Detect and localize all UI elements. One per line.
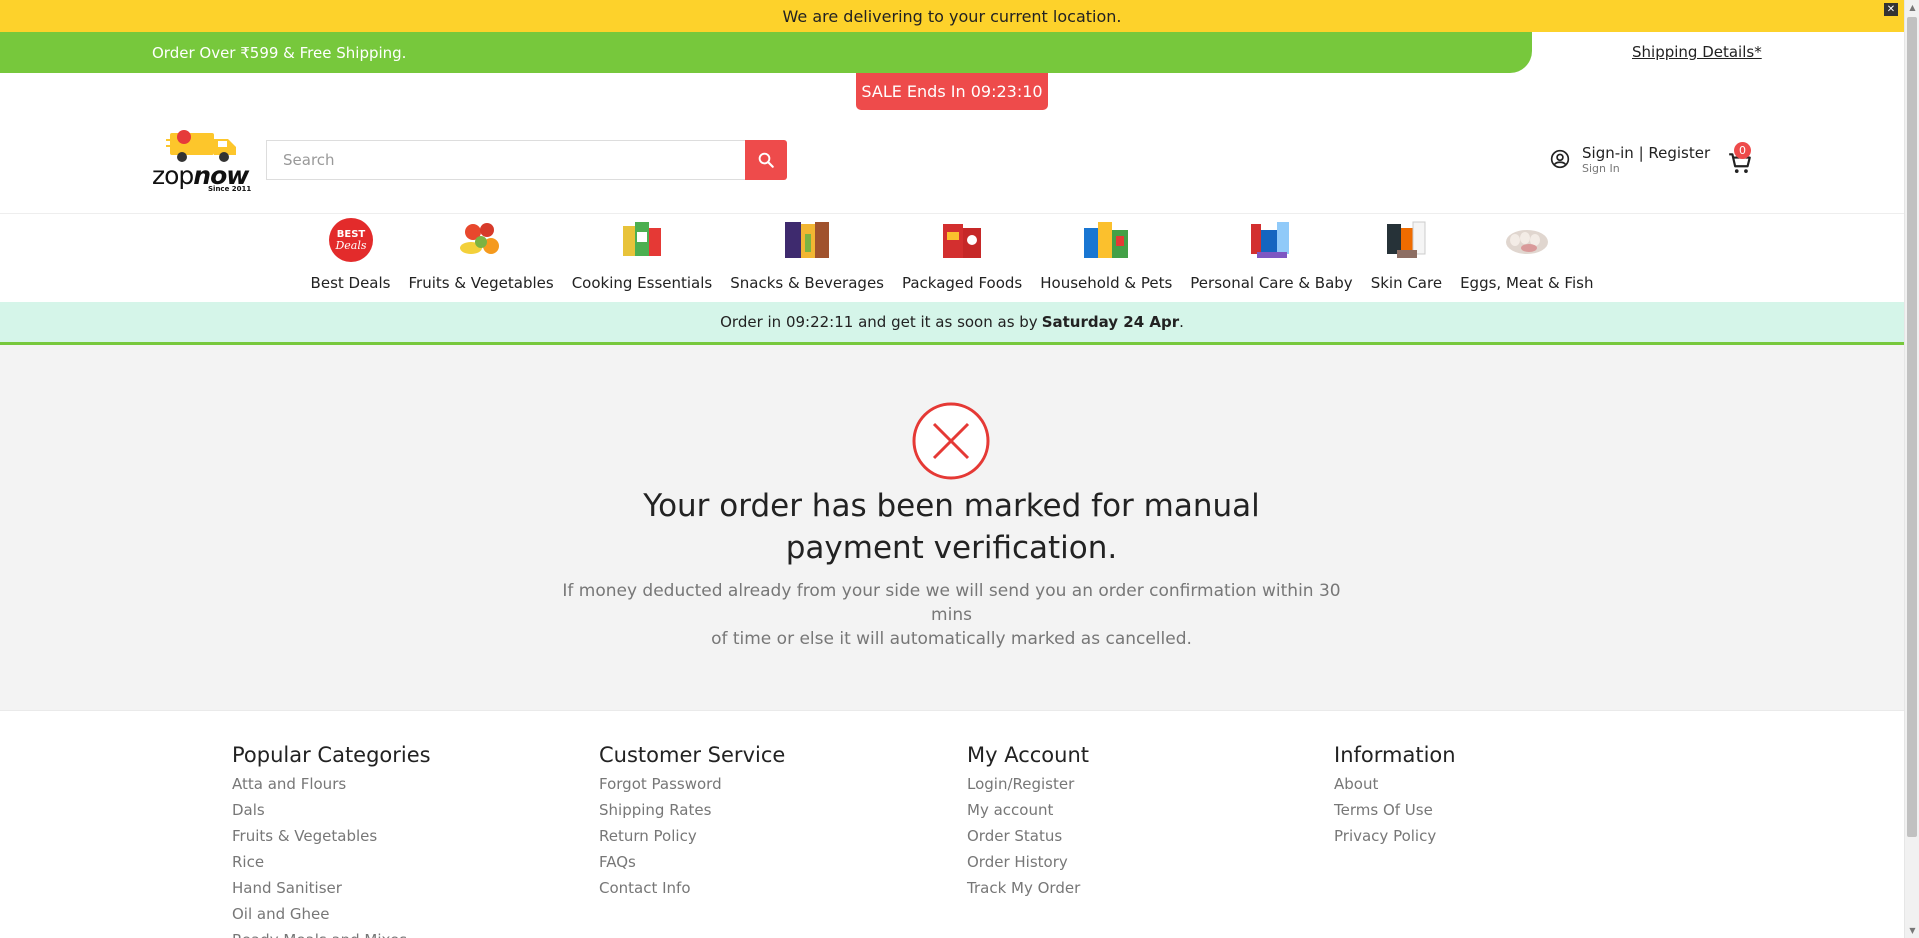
category-cooking-essentials[interactable]: Cooking Essentials [563, 214, 722, 302]
footer-link[interactable]: Privacy Policy [1334, 823, 1456, 849]
footer-heading: Popular Categories [232, 743, 431, 767]
user-icon [1550, 149, 1570, 169]
order-status-message: If money deducted already from your side… [560, 579, 1343, 651]
category-skin-care[interactable]: Skin Care [1362, 214, 1451, 302]
footer-link[interactable]: Login/Register [967, 771, 1089, 797]
scroll-down-arrow-icon[interactable]: ▼ [1905, 923, 1919, 938]
eggs-icon [1503, 216, 1551, 264]
account-menu[interactable]: Sign-in | Register Sign In [1550, 144, 1710, 175]
footer-heading: My Account [967, 743, 1090, 767]
page: We are delivering to your current locati… [0, 0, 1904, 938]
footer-heading: Information [1334, 743, 1456, 767]
category-household-pets[interactable]: Household & Pets [1031, 214, 1181, 302]
category-packaged-foods[interactable]: Packaged Foods [893, 214, 1031, 302]
svg-text:Deals: Deals [334, 239, 366, 252]
category-label: Personal Care & Baby [1190, 274, 1353, 292]
delivery-prefix: Order in 09:22:11 and get it as soon as … [720, 313, 1038, 331]
footer-link[interactable]: Order Status [967, 823, 1089, 849]
search-input[interactable] [283, 151, 746, 169]
search-button[interactable] [745, 140, 787, 180]
page-scrollbar[interactable]: ▲ ▼ [1904, 0, 1919, 938]
category-fruits-vegetables[interactable]: Fruits & Vegetables [399, 214, 562, 302]
category-label: Cooking Essentials [571, 274, 713, 292]
footer: Popular Categories Atta and Flours Dals … [0, 710, 1904, 938]
location-bar: We are delivering to your current locati… [0, 0, 1904, 32]
footer-link[interactable]: Hand Sanitiser [232, 875, 431, 901]
footer-link[interactable]: Return Policy [599, 823, 785, 849]
footer-link[interactable]: Order History [967, 849, 1089, 875]
shipping-details-link[interactable]: Shipping Details* [1632, 43, 1762, 61]
order-status-title-line2: payment verification. [785, 530, 1118, 566]
category-nav: BEST Deals Best Deals Fruits & Vegetable… [0, 214, 1904, 302]
footer-link[interactable]: Track My Order [967, 875, 1089, 901]
logo-since-text: Since 2011 [208, 185, 252, 193]
sign-in-subtitle: Sign In [1582, 162, 1620, 175]
footer-col-information: Information About Terms Of Use Privacy P… [1334, 741, 1456, 849]
footer-heading: Customer Service [599, 743, 786, 767]
footer-col-popular-categories: Popular Categories Atta and Flours Dals … [232, 741, 431, 938]
household-icon [1082, 216, 1130, 264]
delivery-suffix: . [1179, 313, 1184, 331]
category-label: Eggs, Meat & Fish [1460, 274, 1594, 292]
footer-link[interactable]: FAQs [599, 849, 785, 875]
category-label: Household & Pets [1040, 274, 1173, 292]
category-label: Skin Care [1370, 274, 1443, 292]
category-label: Fruits & Vegetables [408, 274, 554, 292]
best-deals-icon: BEST Deals [327, 216, 375, 264]
category-best-deals[interactable]: BEST Deals Best Deals [302, 214, 400, 302]
cooking-icon [618, 216, 666, 264]
order-status-title: Your order has been marked for manual pa… [560, 485, 1343, 569]
free-shipping-text: Order Over ₹599 & Free Shipping. [152, 43, 407, 62]
delivery-date: Saturday 24 Apr [1041, 313, 1180, 331]
category-label: Best Deals [310, 274, 391, 292]
footer-link[interactable]: Atta and Flours [232, 771, 431, 797]
footer-link[interactable]: Ready Meals and Mixes [232, 927, 431, 938]
scroll-up-arrow-icon[interactable]: ▲ [1905, 0, 1919, 15]
order-status-message-line3: of time or else it will automatically ma… [711, 629, 1192, 649]
footer-link[interactable]: My account [967, 797, 1089, 823]
sale-countdown-text: SALE Ends In 09:23:10 [861, 82, 1043, 101]
delivery-estimate-bar: Order in 09:22:11 and get it as soon as … [0, 302, 1904, 345]
category-eggs-meat-fish[interactable]: Eggs, Meat & Fish [1451, 214, 1602, 302]
footer-link[interactable]: Contact Info [599, 875, 785, 901]
logo-text-zop: zop [152, 161, 194, 190]
scrollbar-thumb[interactable] [1907, 17, 1917, 837]
sale-countdown-badge: SALE Ends In 09:23:10 [856, 73, 1048, 110]
failure-x-icon [912, 402, 990, 480]
footer-col-customer-service: Customer Service Forgot Password Shippin… [599, 741, 785, 901]
free-shipping-bar: Order Over ₹599 & Free Shipping. [0, 32, 1532, 73]
search-icon [758, 152, 774, 168]
location-text: We are delivering to your current locati… [782, 6, 1122, 26]
order-status-title-line1: Your order has been marked for manual [643, 488, 1260, 524]
category-label: Snacks & Beverages [730, 274, 884, 292]
packaged-icon [938, 216, 986, 264]
close-location-bar-button[interactable]: ✕ [1884, 3, 1898, 16]
close-icon: ✕ [1886, 4, 1896, 15]
footer-link[interactable]: Fruits & Vegetables [232, 823, 431, 849]
cart-count-badge: 0 [1734, 142, 1751, 159]
category-label: Packaged Foods [901, 274, 1023, 292]
footer-link[interactable]: Shipping Rates [599, 797, 785, 823]
sign-in-register-link[interactable]: Sign-in | Register [1582, 144, 1710, 162]
fruits-icon [457, 216, 505, 264]
footer-link[interactable]: Dals [232, 797, 431, 823]
footer-link[interactable]: Rice [232, 849, 431, 875]
personal-care-icon [1247, 216, 1295, 264]
footer-link[interactable]: Terms Of Use [1334, 797, 1456, 823]
footer-link[interactable]: About [1334, 771, 1456, 797]
search-box [266, 140, 746, 180]
order-status-message-line2: mins [931, 605, 972, 625]
footer-link[interactable]: Forgot Password [599, 771, 785, 797]
order-status-message-line1: If money deducted already from your side… [562, 581, 1341, 601]
order-status-section: Your order has been marked for manual pa… [0, 345, 1904, 710]
footer-col-my-account: My Account Login/Register My account Ord… [967, 741, 1089, 901]
zopnow-logo[interactable]: zopnow Since 2011 [152, 127, 252, 193]
category-personal-care-baby[interactable]: Personal Care & Baby [1181, 214, 1361, 302]
category-snacks-beverages[interactable]: Snacks & Beverages [721, 214, 893, 302]
snacks-icon [783, 216, 831, 264]
skin-care-icon [1382, 216, 1430, 264]
footer-link[interactable]: Oil and Ghee [232, 901, 431, 927]
